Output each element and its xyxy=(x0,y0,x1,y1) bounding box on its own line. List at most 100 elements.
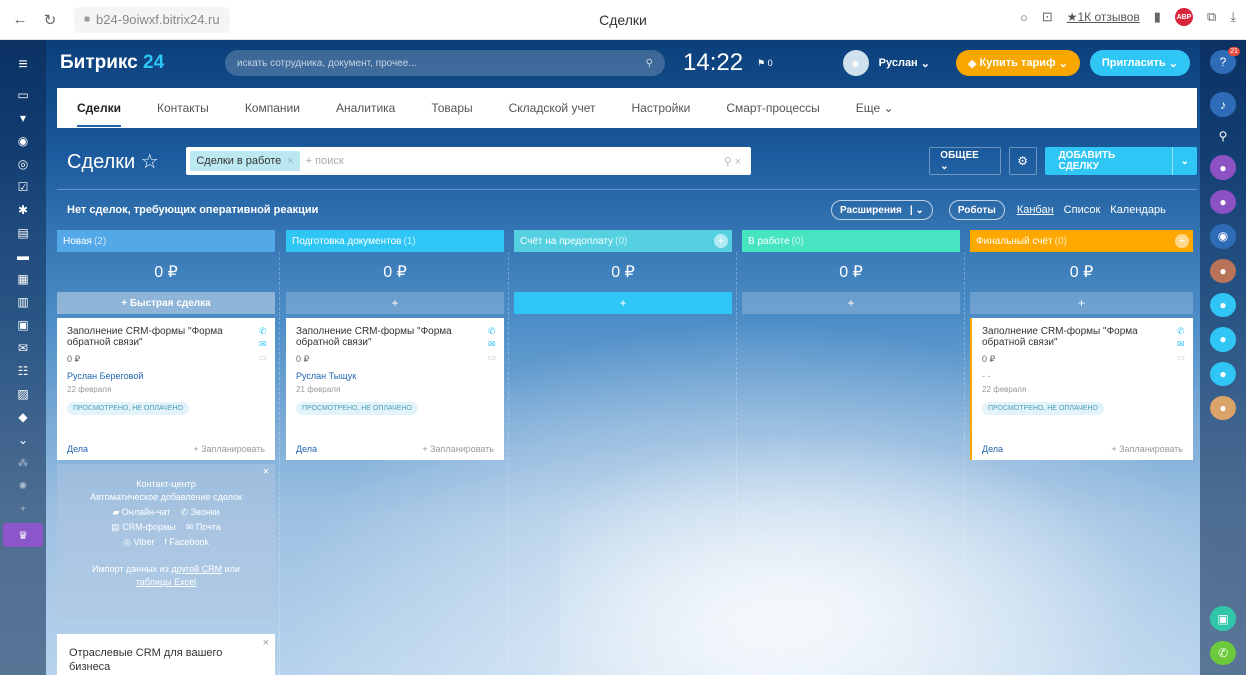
doc-icon[interactable]: ▣ xyxy=(1210,606,1236,631)
column-header[interactable]: В работе (0) xyxy=(742,230,960,252)
extension-icon[interactable]: ⊡ xyxy=(1042,9,1053,25)
view-calendar[interactable]: Календарь xyxy=(1110,204,1166,216)
plus-icon[interactable]: + xyxy=(12,498,34,520)
gear-icon[interactable]: ✺ xyxy=(12,475,34,497)
filter-chip[interactable]: Сделки в работе × xyxy=(190,151,300,171)
group-chat-icon[interactable]: ◉ xyxy=(1210,224,1236,249)
feed-icon[interactable]: ▭ xyxy=(12,84,34,106)
view-list[interactable]: Список xyxy=(1064,204,1101,216)
contact-icon[interactable]: ▨ xyxy=(12,383,34,405)
viber-link[interactable]: ◎ Viber xyxy=(123,536,154,549)
deal-card[interactable]: Заполнение CRM-формы "Форма обратной свя… xyxy=(970,318,1193,460)
phone-icon[interactable]: ✆ xyxy=(1177,326,1185,337)
avatar[interactable]: ● xyxy=(1210,258,1236,283)
quick-deal-button[interactable]: + xyxy=(742,292,960,314)
sitemap-icon[interactable]: ⁂ xyxy=(12,452,34,474)
quick-deal-button[interactable]: + xyxy=(514,292,732,314)
chat-icon[interactable]: ▭ xyxy=(487,352,496,363)
box-icon[interactable]: ◆ xyxy=(12,406,34,428)
deals-link[interactable]: Дела xyxy=(982,444,1003,454)
online-chat-link[interactable]: ▰ Онлайн-чат xyxy=(112,506,170,519)
add-deal-button[interactable]: ДОБАВИТЬ СДЕЛКУ ⌄ xyxy=(1044,147,1197,175)
team-icon[interactable]: ☷ xyxy=(12,360,34,382)
deal-title[interactable]: Заполнение CRM-формы "Форма обратной свя… xyxy=(982,326,1152,348)
tab-deals[interactable]: Сделки xyxy=(77,101,121,127)
clock[interactable]: 14:22 xyxy=(683,49,743,77)
column-header[interactable]: Подготовка документов (1) xyxy=(286,230,504,252)
filter-search-input[interactable]: + поиск xyxy=(306,155,724,167)
mail-link[interactable]: ✉ Почта xyxy=(186,521,221,534)
tab-analytics[interactable]: Аналитика xyxy=(336,101,395,115)
doc-icon[interactable]: ▤ xyxy=(12,222,34,244)
bookmark-icon[interactable]: ▮ xyxy=(1154,9,1161,25)
general-button[interactable]: ОБЩЕЕ ⌄ xyxy=(929,147,1001,175)
chat-icon[interactable]: ▭ xyxy=(1176,352,1185,363)
search-input[interactable]: искать сотрудника, документ, прочее... ⚲ xyxy=(225,50,665,76)
adblock-icon[interactable]: ABP xyxy=(1174,8,1193,26)
add-stage-icon[interactable]: + xyxy=(1175,234,1189,248)
reload-icon[interactable]: ↻ xyxy=(40,10,60,30)
gear-icon[interactable]: ⚙ xyxy=(1008,147,1037,175)
quick-deal-button[interactable]: + xyxy=(286,292,504,314)
chat-icon[interactable]: ○ xyxy=(1020,10,1028,25)
deal-card[interactable]: Заполнение CRM-формы "Форма обратной свя… xyxy=(286,318,504,460)
chat-icon[interactable]: ▬ xyxy=(12,245,34,267)
phone-icon[interactable]: ✆ xyxy=(1210,640,1236,666)
mail-icon[interactable]: ✉ xyxy=(488,339,496,350)
deal-contact[interactable]: Руслан Тыщук xyxy=(296,371,494,381)
view-kanban[interactable]: Канбан xyxy=(1017,204,1054,216)
facebook-link[interactable]: f Facebook xyxy=(164,536,209,549)
help-icon[interactable]: ? 21 xyxy=(1210,47,1240,75)
filter-icon[interactable]: ◉ xyxy=(12,130,34,152)
phone-icon[interactable]: ✆ xyxy=(488,326,496,337)
file-icon[interactable]: ▥ xyxy=(12,291,34,313)
check-icon[interactable]: ☑ xyxy=(12,176,34,198)
close-icon[interactable]: × xyxy=(263,466,269,479)
openline-icon[interactable]: ● xyxy=(1210,292,1236,318)
crm-forms-link[interactable]: ▤ CRM-формы xyxy=(111,521,176,534)
openline-icon[interactable]: ● xyxy=(1210,361,1236,386)
close-icon[interactable]: × xyxy=(263,636,269,650)
deal-card[interactable]: Заполнение CRM-формы "Форма обратной свя… xyxy=(57,318,275,460)
column-header[interactable]: Новая (2) xyxy=(57,230,275,252)
import-excel-link[interactable]: таблицы Excel xyxy=(136,577,196,587)
download-icon[interactable]: ⤓ xyxy=(1230,9,1236,25)
tab-more[interactable]: Еще ⌄ xyxy=(856,101,894,115)
tab-smart-processes[interactable]: Смарт-процессы xyxy=(726,101,819,115)
filter-search[interactable]: Сделки в работе × + поиск ⚲ × xyxy=(186,147,752,175)
deal-title[interactable]: Заполнение CRM-формы "Форма обратной свя… xyxy=(296,326,466,348)
import-crm-link[interactable]: другой CRM xyxy=(171,564,222,574)
chat-icon[interactable]: ▭ xyxy=(258,352,267,363)
schedule-link[interactable]: + Запланировать xyxy=(193,444,265,454)
menu-icon[interactable]: ≡ xyxy=(12,54,34,76)
user-menu[interactable]: ● Руслан ⌄ xyxy=(842,50,930,76)
calendar-icon[interactable]: ▦ xyxy=(12,268,34,290)
avatar[interactable]: ● xyxy=(1210,155,1236,180)
mail-icon[interactable]: ✉ xyxy=(259,339,267,350)
calls-link[interactable]: ✆ Звонки xyxy=(181,506,220,519)
collections-icon[interactable]: ⧉ xyxy=(1207,9,1216,25)
tab-contacts[interactable]: Контакты xyxy=(157,101,209,115)
tab-products[interactable]: Товары xyxy=(431,101,472,115)
puzzle-icon[interactable]: ✱ xyxy=(12,199,34,221)
bell-icon[interactable]: ♪ xyxy=(1210,92,1236,117)
logo[interactable]: Битрикс 24 xyxy=(60,52,225,74)
deals-link[interactable]: Дела xyxy=(296,444,317,454)
quick-deal-button[interactable]: + xyxy=(970,292,1193,314)
address-bar[interactable]: ■ b24-9oiwxf.bitrix24.ru xyxy=(74,6,230,33)
reviews-link[interactable]: ★1К отзывов xyxy=(1067,10,1140,24)
tab-companies[interactable]: Компании xyxy=(245,101,300,115)
target-icon[interactable]: ◎ xyxy=(12,153,34,175)
deals-link[interactable]: Дела xyxy=(67,444,88,454)
phone-icon[interactable]: ✆ xyxy=(259,326,267,337)
search-icon[interactable]: ⚲ xyxy=(1213,127,1233,146)
mail-icon[interactable]: ✉ xyxy=(1177,339,1185,350)
back-icon[interactable]: ← xyxy=(10,10,30,30)
avatar[interactable]: ● xyxy=(1210,189,1236,215)
schedule-link[interactable]: + Запланировать xyxy=(422,444,494,454)
column-header[interactable]: Финальный счёт (0) + xyxy=(970,230,1193,252)
deal-contact[interactable]: Руслан Береговой xyxy=(67,371,265,381)
page-title[interactable]: Сделки ☆ xyxy=(67,149,186,174)
avatar[interactable]: ● xyxy=(1210,395,1236,421)
robots-button[interactable]: Роботы xyxy=(948,200,1005,220)
